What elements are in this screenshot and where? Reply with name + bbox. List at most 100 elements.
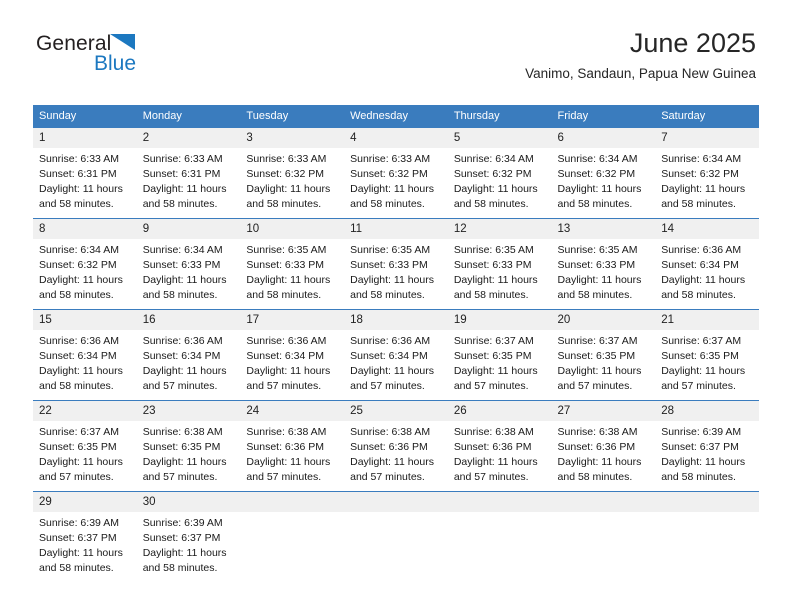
calendar-day-cell[interactable]: 10 Sunrise: 6:35 AM Sunset: 6:33 PM Dayligh…	[240, 218, 345, 310]
sunrise-text: Sunrise: 6:33 AM	[142, 153, 223, 165]
sunset-text: Sunset: 6:36 PM	[557, 440, 636, 453]
day-number	[344, 492, 448, 512]
day-cell-inner: 25 Sunrise: 6:38 AM Sunset: 6:36 PM Dayligh…	[344, 401, 448, 491]
day-details: Sunrise: 6:36 AM Sunset: 6:34 PM Daylight:…	[137, 330, 241, 394]
day-cell-inner: 8 Sunrise: 6:34 AM Sunset: 6:32 PM Daylight…	[33, 219, 137, 309]
sunrise-text: Sunrise: 6:38 AM	[557, 426, 638, 438]
daylight-text: Daylight: 11 hours and 57 minutes.	[557, 364, 642, 392]
sunrise-text: Sunrise: 6:37 AM	[557, 335, 638, 347]
calendar-day-cell[interactable]: 7 Sunrise: 6:34 AM Sunset: 6:32 PM Daylight…	[655, 127, 759, 219]
day-cell-inner	[655, 492, 759, 588]
calendar-day-cell[interactable]: 15 Sunrise: 6:36 AM Sunset: 6:34 PM Dayligh…	[33, 309, 137, 401]
sunset-text: Sunset: 6:34 PM	[661, 258, 739, 271]
weekday-header-saturday: Saturday	[655, 105, 759, 128]
daylight-text: Daylight: 11 hours and 58 minutes.	[661, 182, 746, 210]
calendar-day-cell[interactable]: 12 Sunrise: 6:35 AM Sunset: 6:33 PM Dayligh…	[447, 218, 552, 310]
day-number: 28	[655, 401, 759, 421]
daylight-text: Daylight: 11 hours and 58 minutes.	[39, 182, 123, 210]
calendar-week-row: 8 Sunrise: 6:34 AM Sunset: 6:32 PM Daylight…	[33, 218, 759, 310]
day-cell-inner: 4 Sunrise: 6:33 AM Sunset: 6:32 PM Daylight…	[344, 128, 448, 218]
weekday-header-friday: Friday	[551, 105, 656, 128]
brand-logo[interactable]: General Blue	[36, 33, 216, 81]
weekday-header-tuesday: Tuesday	[240, 105, 345, 128]
day-cell-inner: 22 Sunrise: 6:37 AM Sunset: 6:35 PM Dayligh…	[33, 401, 137, 491]
sunset-text: Sunset: 6:34 PM	[142, 349, 221, 362]
calendar-day-cell[interactable]: 13 Sunrise: 6:35 AM Sunset: 6:33 PM Dayligh…	[551, 218, 656, 310]
day-details: Sunrise: 6:34 AM Sunset: 6:33 PM Daylight:…	[137, 239, 241, 303]
day-number: 25	[344, 401, 448, 421]
sunrise-text: Sunrise: 6:37 AM	[453, 335, 534, 347]
daylight-text: Daylight: 11 hours and 58 minutes.	[350, 273, 434, 301]
calendar-day-cell[interactable]: 20 Sunrise: 6:37 AM Sunset: 6:35 PM Dayligh…	[551, 309, 656, 401]
calendar-day-cell[interactable]: 1 Sunrise: 6:33 AM Sunset: 6:31 PM Daylight…	[33, 127, 137, 219]
daylight-text: Daylight: 11 hours and 57 minutes.	[453, 364, 538, 392]
calendar-day-cell[interactable]: 24 Sunrise: 6:38 AM Sunset: 6:36 PM Dayligh…	[240, 400, 345, 492]
day-details	[655, 512, 759, 516]
calendar-day-cell[interactable]: 26 Sunrise: 6:38 AM Sunset: 6:36 PM Dayligh…	[447, 400, 552, 492]
sunset-text: Sunset: 6:34 PM	[246, 349, 325, 362]
day-cell-inner	[344, 492, 448, 588]
day-cell-inner: 3 Sunrise: 6:33 AM Sunset: 6:32 PM Daylight…	[240, 128, 345, 218]
day-cell-inner: 10 Sunrise: 6:35 AM Sunset: 6:33 PM Dayligh…	[240, 219, 345, 309]
day-details: Sunrise: 6:37 AM Sunset: 6:35 PM Daylight:…	[33, 421, 137, 485]
day-cell-inner: 16 Sunrise: 6:36 AM Sunset: 6:34 PM Dayligh…	[136, 310, 241, 400]
calendar-day-cell[interactable]: 9 Sunrise: 6:34 AM Sunset: 6:33 PM Daylight…	[136, 218, 241, 310]
calendar-day-cell[interactable]: 19 Sunrise: 6:37 AM Sunset: 6:35 PM Dayligh…	[447, 309, 552, 401]
daylight-text: Daylight: 11 hours and 57 minutes.	[661, 364, 746, 392]
calendar-day-cell[interactable]: 5 Sunrise: 6:34 AM Sunset: 6:32 PM Daylight…	[447, 127, 552, 219]
calendar-day-cell[interactable]: 11 Sunrise: 6:35 AM Sunset: 6:33 PM Dayligh…	[344, 218, 448, 310]
calendar-day-cell[interactable]: 22 Sunrise: 6:37 AM Sunset: 6:35 PM Dayligh…	[33, 400, 137, 492]
day-details	[552, 512, 656, 516]
calendar-day-cell[interactable]: 4 Sunrise: 6:33 AM Sunset: 6:32 PM Daylight…	[344, 127, 448, 219]
calendar-day-cell[interactable]: 8 Sunrise: 6:34 AM Sunset: 6:32 PM Daylight…	[33, 218, 137, 310]
calendar-day-cell[interactable]: 3 Sunrise: 6:33 AM Sunset: 6:32 PM Daylight…	[240, 127, 345, 219]
day-cell-inner: 6 Sunrise: 6:34 AM Sunset: 6:32 PM Daylight…	[551, 128, 656, 218]
weekday-header-thursday: Thursday	[447, 105, 552, 128]
calendar-day-cell[interactable]: 28 Sunrise: 6:39 AM Sunset: 6:37 PM Dayligh…	[655, 400, 759, 492]
day-number: 19	[447, 310, 552, 330]
day-cell-inner: 20 Sunrise: 6:37 AM Sunset: 6:35 PM Dayligh…	[551, 310, 656, 400]
day-cell-inner: 14 Sunrise: 6:36 AM Sunset: 6:34 PM Dayligh…	[655, 219, 759, 309]
day-cell-inner: 15 Sunrise: 6:36 AM Sunset: 6:34 PM Dayligh…	[33, 310, 137, 400]
daylight-text: Daylight: 11 hours and 57 minutes.	[350, 364, 434, 392]
daylight-text: Daylight: 11 hours and 58 minutes.	[39, 546, 123, 574]
sunset-text: Sunset: 6:33 PM	[453, 258, 532, 271]
page-title: June 2025	[629, 28, 756, 58]
sunrise-text: Sunrise: 6:35 AM	[453, 244, 534, 256]
day-cell-inner: 9 Sunrise: 6:34 AM Sunset: 6:33 PM Daylight…	[136, 219, 241, 309]
calendar-day-cell[interactable]: 18 Sunrise: 6:36 AM Sunset: 6:34 PM Dayligh…	[344, 309, 448, 401]
calendar-day-cell[interactable]: 23 Sunrise: 6:38 AM Sunset: 6:35 PM Dayligh…	[136, 400, 241, 492]
day-cell-inner: 29 Sunrise: 6:39 AM Sunset: 6:37 PM Dayligh…	[33, 492, 137, 588]
sunrise-text: Sunrise: 6:35 AM	[557, 244, 638, 256]
daylight-text: Daylight: 11 hours and 57 minutes.	[453, 455, 538, 483]
calendar-day-cell[interactable]: 25 Sunrise: 6:38 AM Sunset: 6:36 PM Dayligh…	[344, 400, 448, 492]
calendar-day-cell[interactable]: 16 Sunrise: 6:36 AM Sunset: 6:34 PM Dayligh…	[136, 309, 241, 401]
day-number: 26	[447, 401, 552, 421]
calendar-day-cell[interactable]: 29 Sunrise: 6:39 AM Sunset: 6:37 PM Dayligh…	[33, 491, 137, 588]
daylight-text: Daylight: 11 hours and 58 minutes.	[142, 182, 227, 210]
daylight-text: Daylight: 11 hours and 57 minutes.	[350, 455, 434, 483]
day-cell-inner: 26 Sunrise: 6:38 AM Sunset: 6:36 PM Dayligh…	[447, 401, 552, 491]
daylight-text: Daylight: 11 hours and 57 minutes.	[39, 455, 123, 483]
sunset-text: Sunset: 6:35 PM	[661, 349, 739, 362]
day-number: 1	[33, 128, 137, 148]
day-details: Sunrise: 6:37 AM Sunset: 6:35 PM Daylight:…	[552, 330, 656, 394]
calendar-day-cell[interactable]: 17 Sunrise: 6:36 AM Sunset: 6:34 PM Dayligh…	[240, 309, 345, 401]
sunset-text: Sunset: 6:33 PM	[246, 258, 325, 271]
day-details: Sunrise: 6:36 AM Sunset: 6:34 PM Daylight:…	[655, 239, 759, 303]
day-cell-inner: 30 Sunrise: 6:39 AM Sunset: 6:37 PM Dayligh…	[136, 492, 241, 588]
calendar-day-cell[interactable]: 30 Sunrise: 6:39 AM Sunset: 6:37 PM Dayligh…	[136, 491, 241, 588]
sunrise-text: Sunrise: 6:36 AM	[142, 335, 223, 347]
sunset-text: Sunset: 6:36 PM	[453, 440, 532, 453]
day-cell-inner: 23 Sunrise: 6:38 AM Sunset: 6:35 PM Dayligh…	[136, 401, 241, 491]
day-number: 11	[344, 219, 448, 239]
calendar-day-cell[interactable]: 14 Sunrise: 6:36 AM Sunset: 6:34 PM Dayligh…	[655, 218, 759, 310]
calendar-day-cell[interactable]: 21 Sunrise: 6:37 AM Sunset: 6:35 PM Dayligh…	[655, 309, 759, 401]
calendar-day-cell[interactable]: 2 Sunrise: 6:33 AM Sunset: 6:31 PM Daylight…	[136, 127, 241, 219]
day-number: 15	[33, 310, 137, 330]
weekday-header-sunday: Sunday	[33, 105, 137, 128]
calendar-day-cell[interactable]: 6 Sunrise: 6:34 AM Sunset: 6:32 PM Daylight…	[551, 127, 656, 219]
calendar-day-cell-empty	[447, 491, 552, 588]
daylight-text: Daylight: 11 hours and 58 minutes.	[350, 182, 434, 210]
calendar-day-cell[interactable]: 27 Sunrise: 6:38 AM Sunset: 6:36 PM Dayligh…	[551, 400, 656, 492]
